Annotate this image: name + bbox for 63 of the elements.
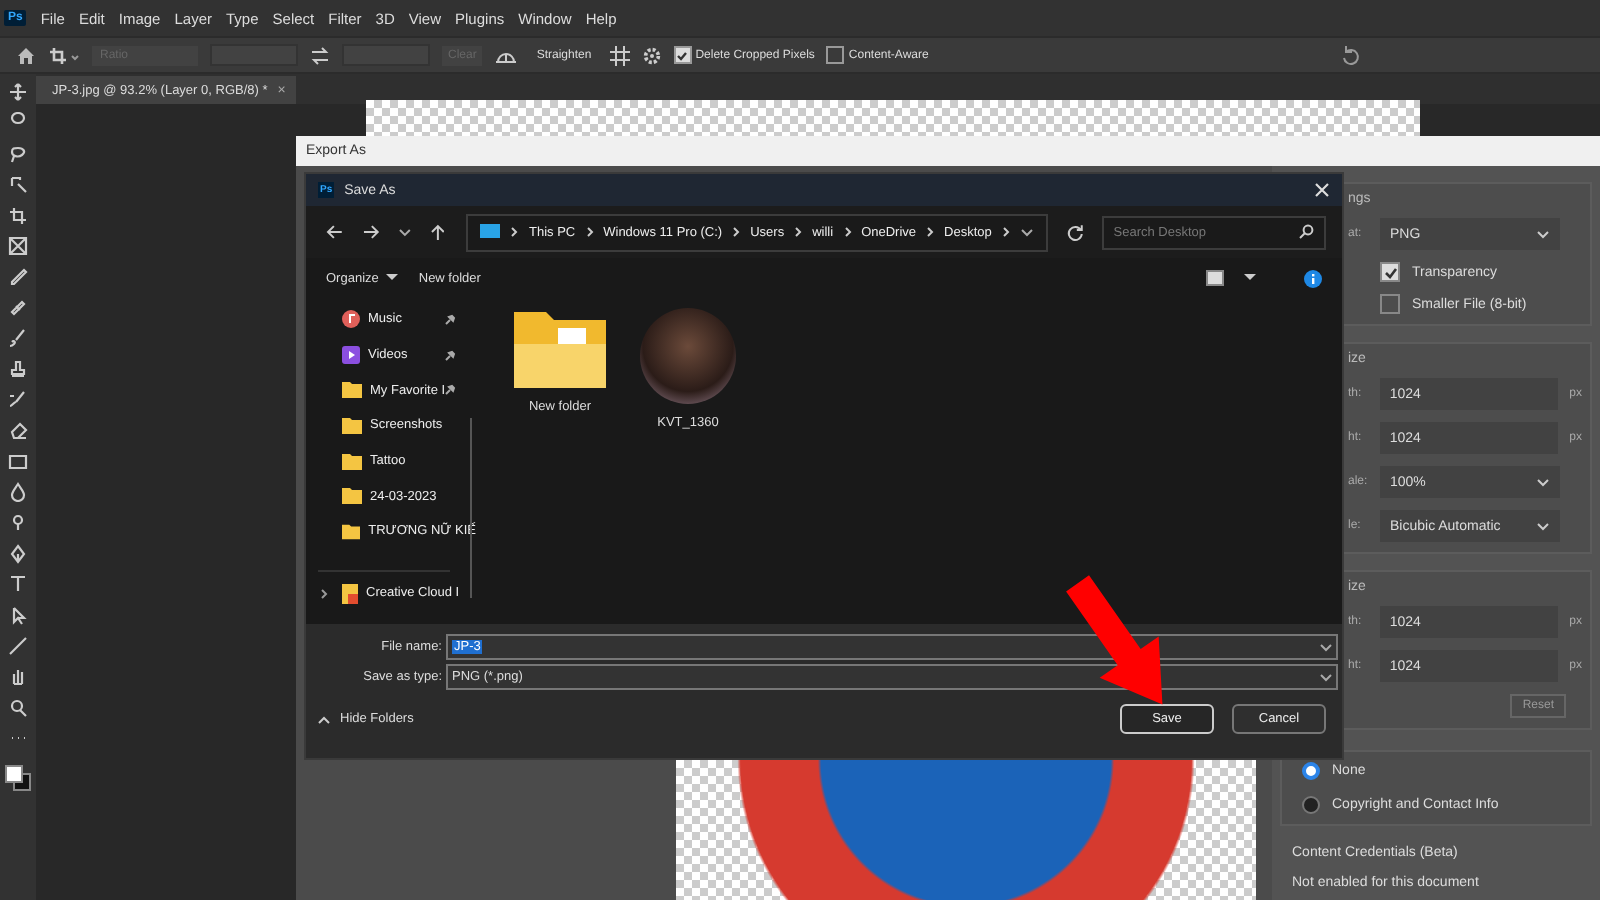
- type-tool-icon[interactable]: [8, 574, 28, 595]
- path-selection-icon[interactable]: [8, 605, 28, 626]
- reset-icon[interactable]: [1340, 45, 1361, 65]
- caret-icon[interactable]: [1244, 274, 1256, 282]
- caret-icon: [386, 274, 399, 282]
- settings-icon[interactable]: [641, 45, 662, 65]
- up-arrow-icon[interactable]: [429, 223, 445, 241]
- chevron-icon: [732, 226, 741, 238]
- caret-icon: [1320, 673, 1332, 681]
- folder-icon: [514, 308, 606, 388]
- photo-placeholder: [640, 308, 736, 404]
- stamp-icon[interactable]: [8, 359, 28, 380]
- eraser-icon[interactable]: [8, 420, 28, 441]
- zoom-icon[interactable]: [8, 697, 28, 718]
- chevron-icon: [510, 226, 519, 238]
- chevron-icon: [794, 226, 803, 238]
- crop-icon[interactable]: [48, 45, 80, 65]
- hand-icon[interactable]: [8, 666, 28, 687]
- caret-up-icon: [318, 715, 330, 723]
- move-icon[interactable]: [8, 82, 28, 102]
- monitor-icon: [480, 224, 501, 240]
- checkbox[interactable]: [826, 46, 845, 64]
- pen-icon[interactable]: [8, 543, 28, 564]
- color-swatches-icon[interactable]: [4, 763, 32, 792]
- file-icon: [342, 583, 358, 604]
- pointer-arrow: [1066, 575, 1163, 705]
- view-icon[interactable]: [1206, 270, 1224, 286]
- caret-icon: [1536, 477, 1550, 487]
- checkbox[interactable]: [673, 46, 692, 64]
- back-arrow-icon[interactable]: [326, 224, 344, 240]
- radio-button[interactable]: [1302, 762, 1320, 780]
- chevron-icon: [585, 226, 594, 238]
- chevron-icon: [843, 226, 852, 238]
- caret-icon[interactable]: [397, 227, 412, 237]
- checkbox[interactable]: [1380, 262, 1400, 282]
- caret-icon[interactable]: [1019, 227, 1034, 237]
- close-icon[interactable]: [1314, 182, 1330, 198]
- refresh-icon[interactable]: [1065, 223, 1084, 241]
- lasso-icon[interactable]: [8, 143, 28, 164]
- expand-chevron-icon[interactable]: [320, 587, 328, 600]
- eyedropper-icon[interactable]: [8, 266, 28, 287]
- forward-arrow-icon[interactable]: [361, 224, 380, 240]
- swap-icon[interactable]: [310, 45, 330, 65]
- chevron-icon: [926, 226, 935, 238]
- caret-icon[interactable]: [1320, 643, 1332, 651]
- video-icon: [342, 346, 360, 365]
- crop-icon[interactable]: [8, 205, 28, 226]
- brush-icon[interactable]: [8, 328, 28, 349]
- search-icon: [1297, 224, 1314, 240]
- radio-button[interactable]: [1302, 796, 1320, 814]
- frame-icon[interactable]: [8, 235, 28, 256]
- line-icon[interactable]: [8, 636, 28, 657]
- caret-icon: [1536, 521, 1550, 531]
- selection-icon[interactable]: [8, 174, 28, 195]
- grid-icon[interactable]: [609, 45, 630, 65]
- caret-icon: [1536, 229, 1550, 239]
- help-icon[interactable]: [1304, 269, 1322, 287]
- checkbox[interactable]: [1380, 294, 1400, 314]
- music-icon: [342, 310, 360, 329]
- blur-icon[interactable]: [8, 482, 28, 503]
- chevron-icon: [1001, 226, 1010, 238]
- home-icon[interactable]: [16, 45, 36, 65]
- level-icon: [494, 47, 519, 63]
